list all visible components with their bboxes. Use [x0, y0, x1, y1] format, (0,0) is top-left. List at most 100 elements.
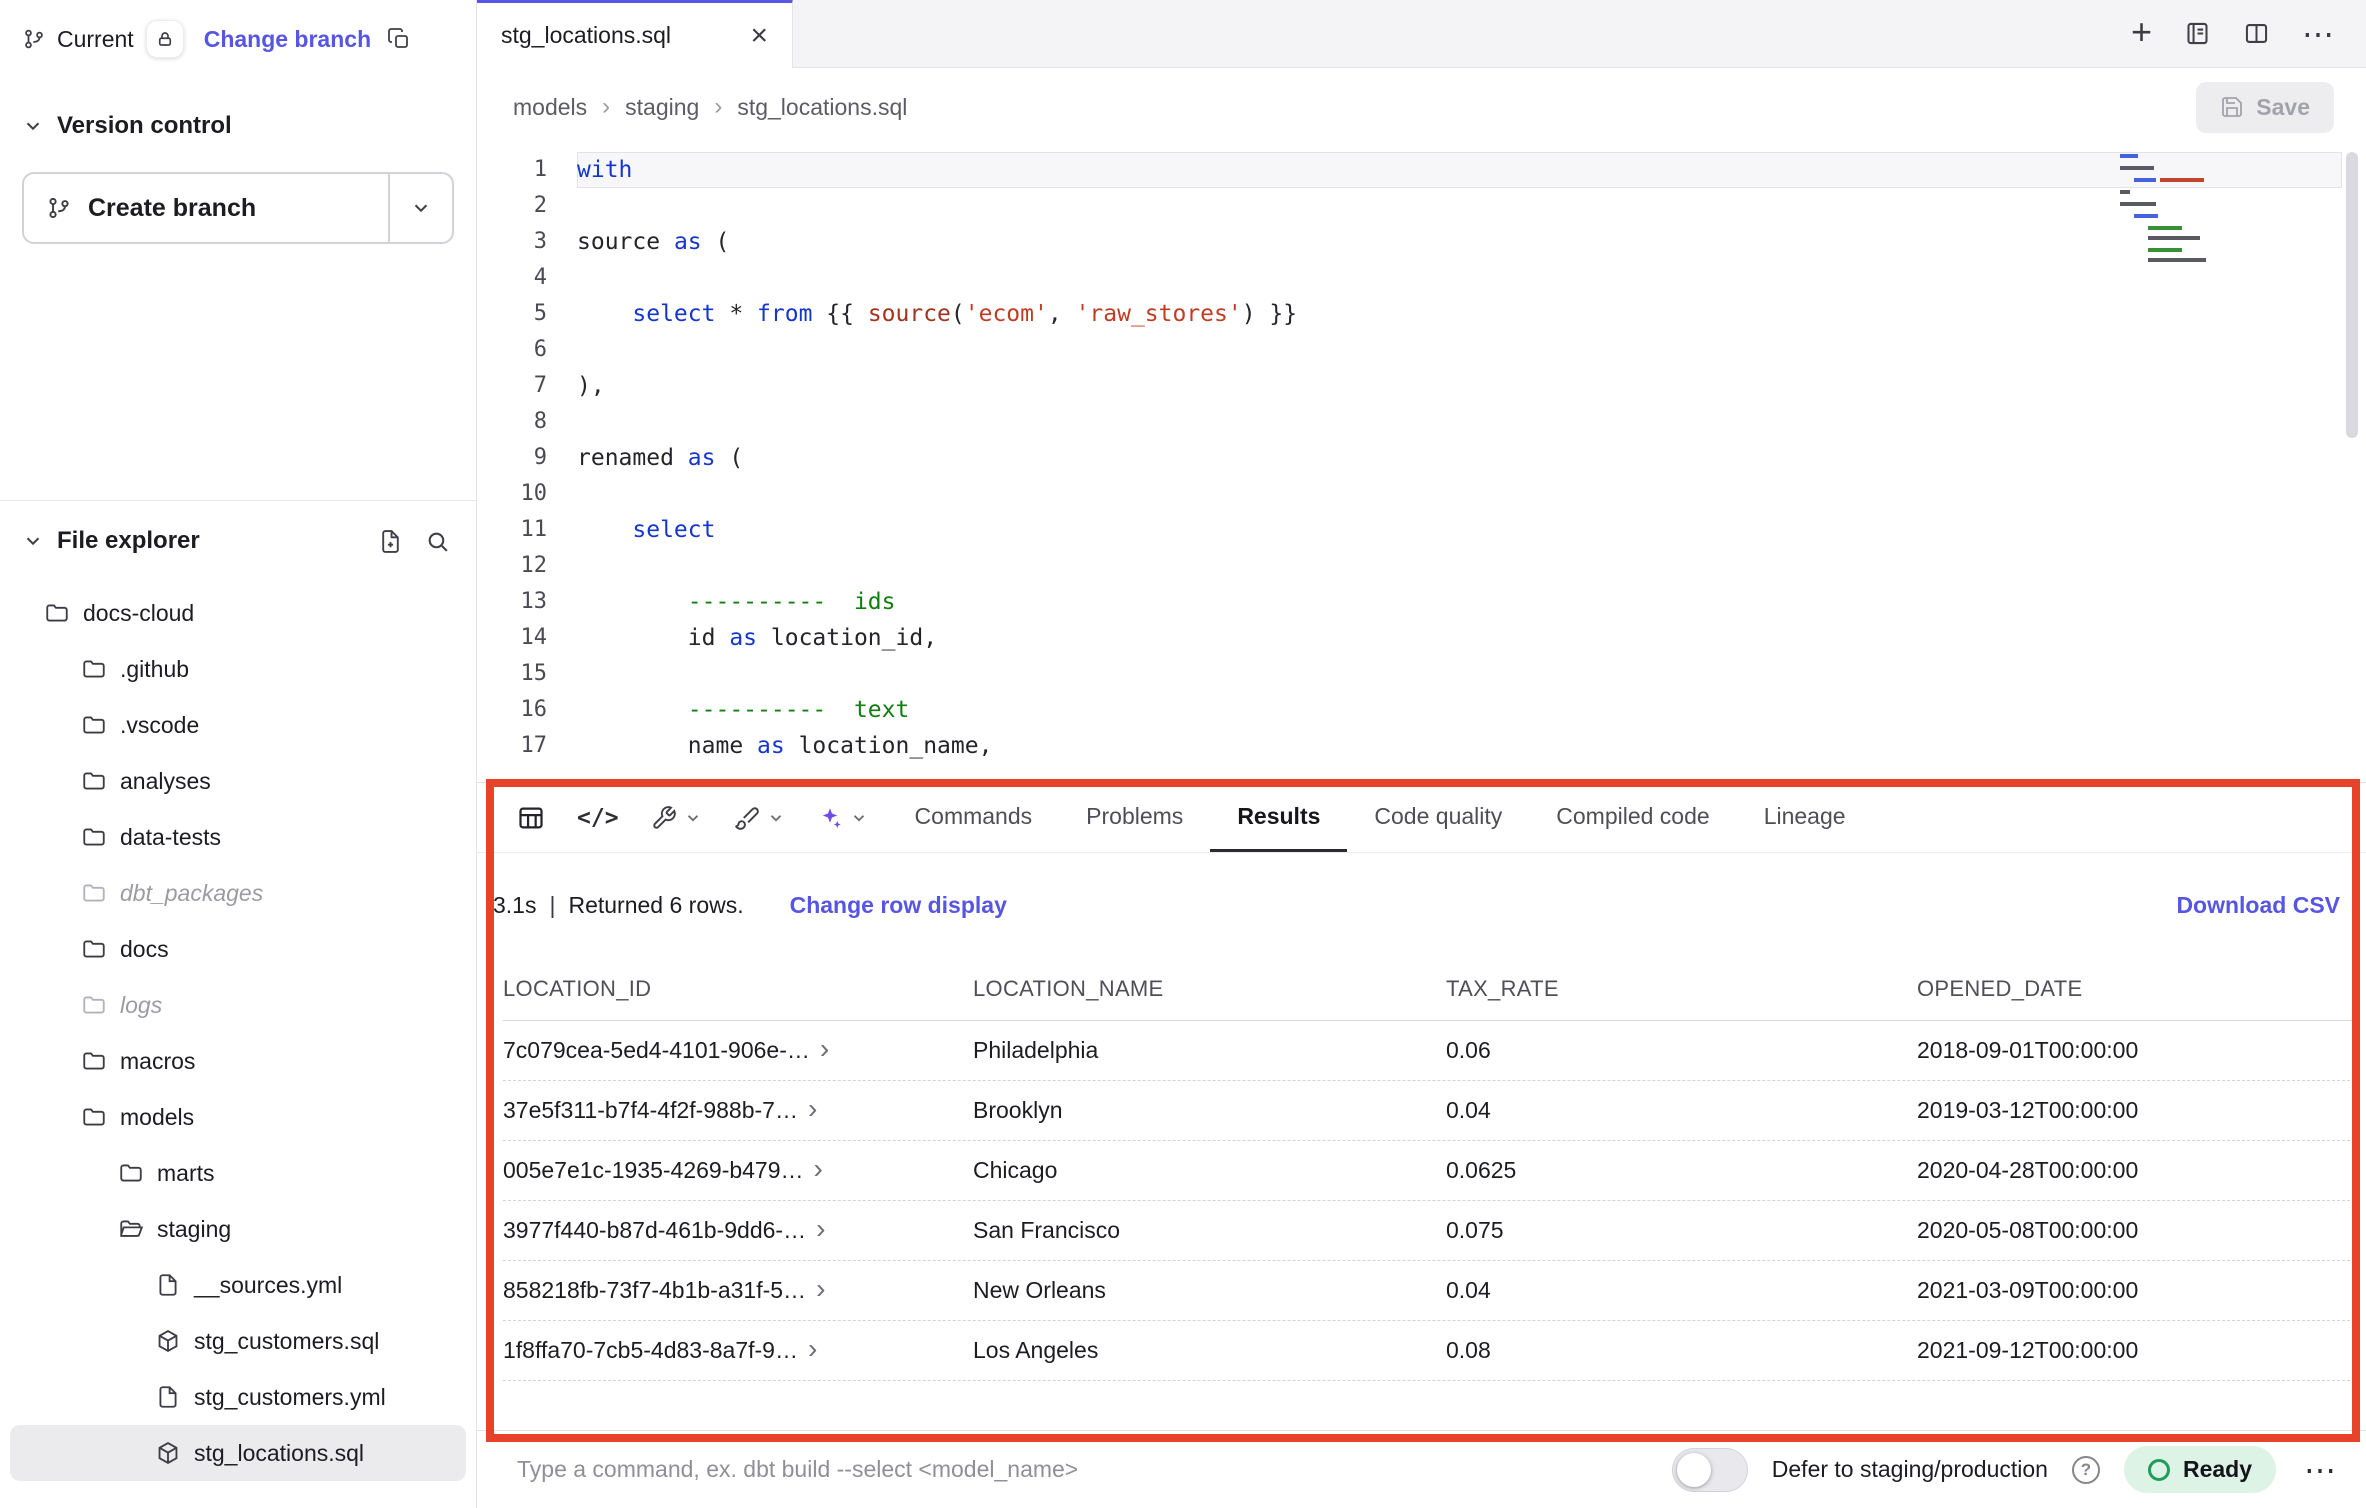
copy-icon[interactable]	[387, 27, 411, 51]
panel-tab-compiled-code[interactable]: Compiled code	[1529, 783, 1736, 852]
code-line-10[interactable]: 10	[477, 476, 2366, 512]
panel-tab-lineage[interactable]: Lineage	[1737, 783, 1873, 852]
code-line-2[interactable]: 2	[477, 188, 2366, 224]
tree-item-staging[interactable]: staging	[10, 1201, 466, 1257]
tree-item-docs-cloud[interactable]: docs-cloud	[10, 585, 466, 641]
change-branch-link[interactable]: Change branch	[204, 26, 371, 53]
results-header: LOCATION_IDLOCATION_NAMETAX_RATEOPENED_D…	[503, 957, 2360, 1021]
code-line-1[interactable]: 1with	[477, 152, 2366, 188]
create-branch-button[interactable]: Create branch	[22, 172, 454, 244]
cell-location-id: 1f8ffa70-7cb5-4d83-8a7f-9…	[503, 1337, 798, 1364]
breadcrumb-models[interactable]: models	[513, 94, 587, 121]
folder-icon	[81, 656, 107, 682]
code-line-7[interactable]: 7),	[477, 368, 2366, 404]
breadcrumb-staging[interactable]: staging	[625, 94, 699, 121]
code-line-14[interactable]: 14 id as location_id,	[477, 620, 2366, 656]
git-branch-icon	[46, 195, 72, 221]
code-line-16[interactable]: 16 ---------- text	[477, 692, 2366, 728]
expand-cell-icon[interactable]: ›	[820, 1037, 829, 1063]
tree-item-.github[interactable]: .github	[10, 641, 466, 697]
folder-icon	[81, 992, 107, 1018]
expand-cell-icon[interactable]: ›	[814, 1157, 823, 1183]
editor-tab-stg-locations[interactable]: stg_locations.sql ×	[477, 0, 793, 68]
code-line-9[interactable]: 9renamed as (	[477, 440, 2366, 476]
create-branch-dropdown[interactable]	[388, 174, 452, 242]
version-control-header[interactable]: Version control	[0, 78, 476, 164]
tree-item-stg_customers.yml[interactable]: stg_customers.yml	[10, 1369, 466, 1425]
file-explorer-header[interactable]: File explorer	[0, 501, 476, 561]
code-line-12[interactable]: 12	[477, 548, 2366, 584]
panel-tab-problems[interactable]: Problems	[1059, 783, 1210, 852]
defer-toggle[interactable]	[1672, 1448, 1748, 1492]
code-line-13[interactable]: 13 ---------- ids	[477, 584, 2366, 620]
expand-cell-icon[interactable]: ›	[816, 1277, 825, 1303]
build-options-button[interactable]	[651, 805, 702, 831]
format-options-button[interactable]	[734, 805, 785, 831]
panel-tab-code-quality[interactable]: Code quality	[1347, 783, 1529, 852]
code-text: select	[577, 512, 2342, 548]
cell-tax-rate: 0.08	[1446, 1337, 1917, 1364]
status-badge[interactable]: Ready	[2124, 1446, 2276, 1493]
download-csv-link[interactable]: Download CSV	[2176, 892, 2340, 919]
expand-cell-icon[interactable]: ›	[808, 1097, 817, 1123]
help-icon[interactable]: ?	[2072, 1456, 2100, 1484]
split-editor-icon[interactable]	[2243, 20, 2270, 47]
expand-cell-icon[interactable]: ›	[808, 1337, 817, 1363]
panel-tabs: CommandsProblemsResultsCode qualityCompi…	[888, 783, 1873, 852]
code-line-8[interactable]: 8	[477, 404, 2366, 440]
code-line-15[interactable]: 15	[477, 656, 2366, 692]
save-button[interactable]: Save	[2196, 82, 2334, 133]
search-icon[interactable]	[425, 529, 450, 554]
cell-opened-date: 2018-09-01T00:00:00	[1917, 1037, 2360, 1064]
tree-item-__sources.yml[interactable]: __sources.yml	[10, 1257, 466, 1313]
more-menu-icon[interactable]: ⋯	[2304, 1454, 2336, 1486]
tree-item-docs[interactable]: docs	[10, 921, 466, 977]
code-line-4[interactable]: 4	[477, 260, 2366, 296]
notebook-icon[interactable]	[2184, 20, 2211, 47]
code-text	[577, 188, 2342, 224]
change-row-display-link[interactable]: Change row display	[790, 892, 1007, 919]
panel-tab-commands[interactable]: Commands	[888, 783, 1060, 852]
tree-item-analyses[interactable]: analyses	[10, 753, 466, 809]
tree-item-stg_locations.sql[interactable]: stg_locations.sql	[10, 1425, 466, 1481]
code-line-3[interactable]: 3source as (	[477, 224, 2366, 260]
create-branch-main[interactable]: Create branch	[24, 174, 388, 242]
new-tab-button[interactable]: +	[2131, 14, 2152, 50]
code-line-17[interactable]: 17 name as location_name,	[477, 728, 2366, 764]
ai-assist-button[interactable]	[817, 805, 868, 831]
more-options-icon[interactable]: ⋯	[2302, 18, 2334, 50]
table-row: 37e5f311-b7f4-4f2f-988b-7…›Brooklyn0.042…	[503, 1081, 2360, 1141]
line-number: 3	[477, 224, 577, 260]
tree-item-logs[interactable]: logs	[10, 977, 466, 1033]
table-view-icon[interactable]	[517, 804, 545, 832]
new-file-icon[interactable]	[378, 529, 403, 554]
panel-tab-results[interactable]: Results	[1210, 783, 1347, 852]
tree-item-stg_customers.sql[interactable]: stg_customers.sql	[10, 1313, 466, 1369]
code-line-11[interactable]: 11 select	[477, 512, 2366, 548]
results-body: 7c079cea-5ed4-4101-906e-…›Philadelphia0.…	[503, 1021, 2360, 1381]
code-line-5[interactable]: 5 select * from {{ source('ecom', 'raw_s…	[477, 296, 2366, 332]
cell-location-name: Philadelphia	[973, 1037, 1446, 1064]
expand-cell-icon[interactable]: ›	[816, 1217, 825, 1243]
tree-item-models[interactable]: models	[10, 1089, 466, 1145]
code-text: renamed as (	[577, 440, 2342, 476]
command-input[interactable]	[517, 1456, 1672, 1483]
editor-scrollbar[interactable]	[2346, 152, 2358, 438]
close-icon[interactable]: ×	[750, 21, 768, 51]
chevron-down-icon	[684, 809, 702, 827]
tree-item-.vscode[interactable]: .vscode	[10, 697, 466, 753]
code-editor[interactable]: 1with23source as (45 select * from {{ so…	[477, 146, 2366, 782]
tree-item-dbt_packages[interactable]: dbt_packages	[10, 865, 466, 921]
code-line-6[interactable]: 6	[477, 332, 2366, 368]
breadcrumb-file[interactable]: stg_locations.sql	[737, 94, 907, 121]
tree-item-macros[interactable]: macros	[10, 1033, 466, 1089]
sql-view-icon[interactable]: </>	[577, 805, 619, 831]
panel-toolbar: </>	[477, 783, 2366, 853]
tree-item-label: data-tests	[120, 824, 221, 851]
tree-item-data-tests[interactable]: data-tests	[10, 809, 466, 865]
ready-label: Ready	[2183, 1456, 2252, 1483]
tree-item-label: staging	[157, 1216, 231, 1243]
tree-item-marts[interactable]: marts	[10, 1145, 466, 1201]
tree-item-label: .github	[120, 656, 189, 683]
tree-item-label: stg_customers.sql	[194, 1328, 379, 1355]
